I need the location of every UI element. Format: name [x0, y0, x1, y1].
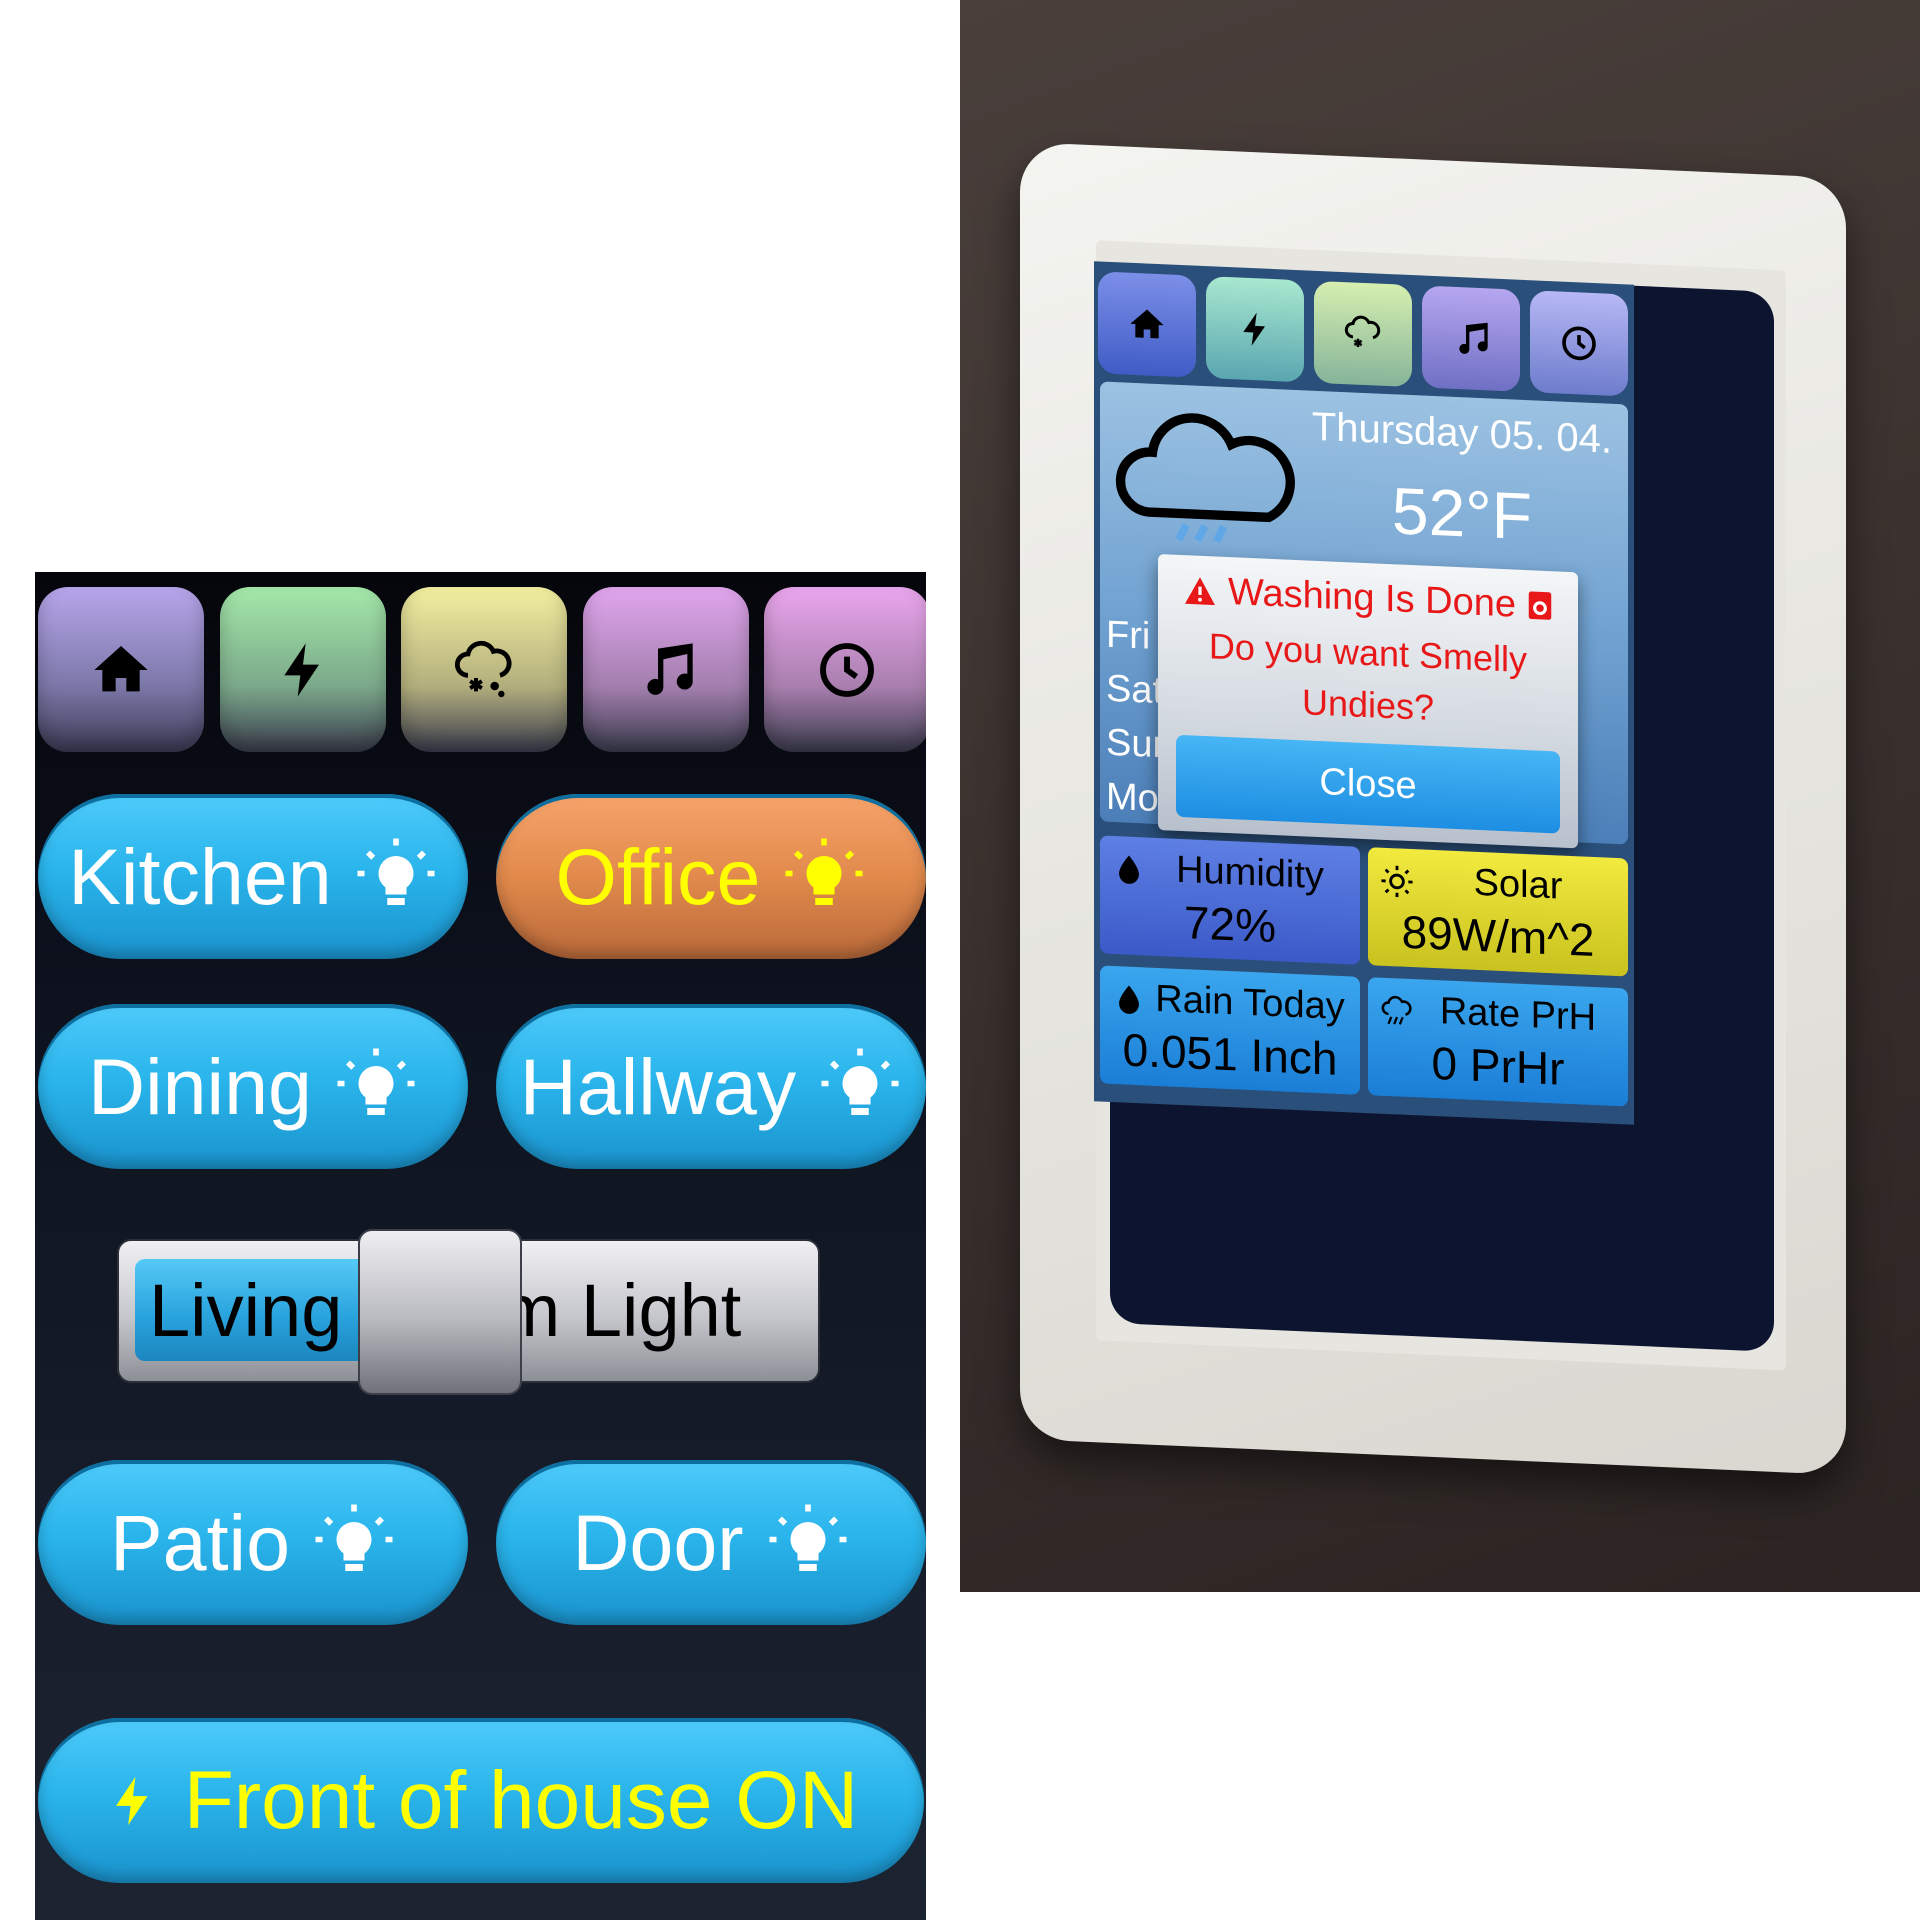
office-light-button[interactable]: Office: [496, 794, 926, 959]
front-of-house-label: Front of house ON: [183, 1754, 859, 1846]
solar-tile: Solar 89W/m^2: [1368, 847, 1628, 977]
washing-machine-icon: [1528, 591, 1551, 620]
wall-mount-frame: Thursday 05. 04. 52°F Fri Sat Sun Mo Was…: [1020, 141, 1846, 1476]
home-icon: [94, 645, 148, 691]
close-button[interactable]: Close: [1176, 734, 1560, 834]
tab-home[interactable]: [38, 587, 204, 752]
dialog-message: Do you want Smelly Undies?: [1208, 625, 1528, 729]
device-photo: Thursday 05. 04. 52°F Fri Sat Sun Mo Was…: [960, 0, 1920, 1592]
lightning-icon: [115, 1776, 148, 1825]
weather-snow-icon: [455, 640, 512, 697]
lightbulb-icon: [315, 1504, 393, 1571]
weather-date: Thursday 05. 04.: [1311, 404, 1612, 462]
humidity-tile: Humidity 72%: [1100, 835, 1360, 965]
humidity-value: 72%: [1183, 896, 1277, 953]
rain-today-value: 0.051 Inch: [1122, 1023, 1338, 1085]
dining-light-button[interactable]: Dining: [38, 1004, 468, 1169]
slider-knob[interactable]: [358, 1229, 522, 1395]
dining-label: Dining: [88, 1041, 312, 1131]
tab-energy[interactable]: [220, 587, 386, 752]
hallway-light-button[interactable]: Hallway: [496, 1004, 926, 1169]
rain-today-label: Rain Today: [1155, 977, 1345, 1029]
front-of-house-button[interactable]: Front of house ON: [38, 1718, 924, 1883]
lightbulb-icon: [821, 1048, 899, 1115]
smart-home-panel: Kitchen Office Dining Hallway Living Roo…: [35, 572, 926, 1920]
music-note-icon: [647, 642, 693, 695]
screen-tab-energy[interactable]: [1206, 276, 1304, 383]
lightning-icon: [284, 642, 319, 697]
rain-rate-value: 0 PrHr: [1431, 1036, 1565, 1095]
clock-icon: [820, 642, 874, 697]
lightbulb-icon: [337, 1048, 415, 1115]
lightbulb-icon: [785, 838, 863, 905]
forecast-day: Sat: [1106, 667, 1164, 713]
rain-cloud-icon: [1115, 413, 1295, 544]
weather-snow-icon: [1344, 315, 1381, 348]
hallway-label: Hallway: [519, 1041, 797, 1131]
rain-today-tile: Rain Today 0.051 Inch: [1100, 965, 1360, 1095]
clock-icon: [1562, 326, 1596, 361]
music-note-icon: [1459, 322, 1488, 354]
lightning-icon: [1243, 312, 1265, 346]
tab-clock[interactable]: [764, 587, 926, 752]
lightbulb-icon: [769, 1504, 847, 1571]
rain-rate-label: Rate PrH: [1439, 990, 1597, 1040]
living-room-light-slider[interactable]: Living Room Light: [117, 1229, 820, 1395]
screen-tab-music[interactable]: [1422, 285, 1520, 392]
solar-value: 89W/m^2: [1401, 905, 1595, 967]
office-label: Office: [555, 831, 761, 921]
kitchen-label: Kitchen: [68, 831, 332, 921]
forecast-day: Fri: [1106, 613, 1151, 658]
screen-tab-clock[interactable]: [1530, 290, 1628, 397]
weather-temperature: 52°F: [1391, 473, 1532, 554]
forecast-day: Mo: [1106, 775, 1159, 821]
kitchen-light-button[interactable]: Kitchen: [38, 794, 468, 959]
warning-icon: [1185, 577, 1216, 606]
tab-weather[interactable]: [401, 587, 567, 752]
rain-rate-tile: Rate PrH 0 PrHr: [1368, 977, 1628, 1107]
patio-label: Patio: [109, 1497, 291, 1587]
humidity-label: Humidity: [1176, 848, 1324, 898]
solar-label: Solar: [1473, 861, 1563, 908]
washing-alert-dialog: Washing Is Done Do you want Smelly Undie…: [1158, 553, 1578, 849]
home-icon: [1130, 309, 1164, 339]
patio-light-button[interactable]: Patio: [38, 1460, 468, 1625]
screen-tab-home[interactable]: [1098, 271, 1196, 378]
screen-tab-weather[interactable]: [1314, 280, 1412, 388]
dialog-title: Washing Is Done: [1228, 571, 1516, 626]
lightbulb-icon: [357, 838, 435, 905]
door-label: Door: [572, 1497, 744, 1587]
tab-music[interactable]: [583, 587, 749, 752]
device-screen: Thursday 05. 04. 52°F Fri Sat Sun Mo Was…: [1094, 261, 1634, 1125]
door-light-button[interactable]: Door: [496, 1460, 926, 1625]
